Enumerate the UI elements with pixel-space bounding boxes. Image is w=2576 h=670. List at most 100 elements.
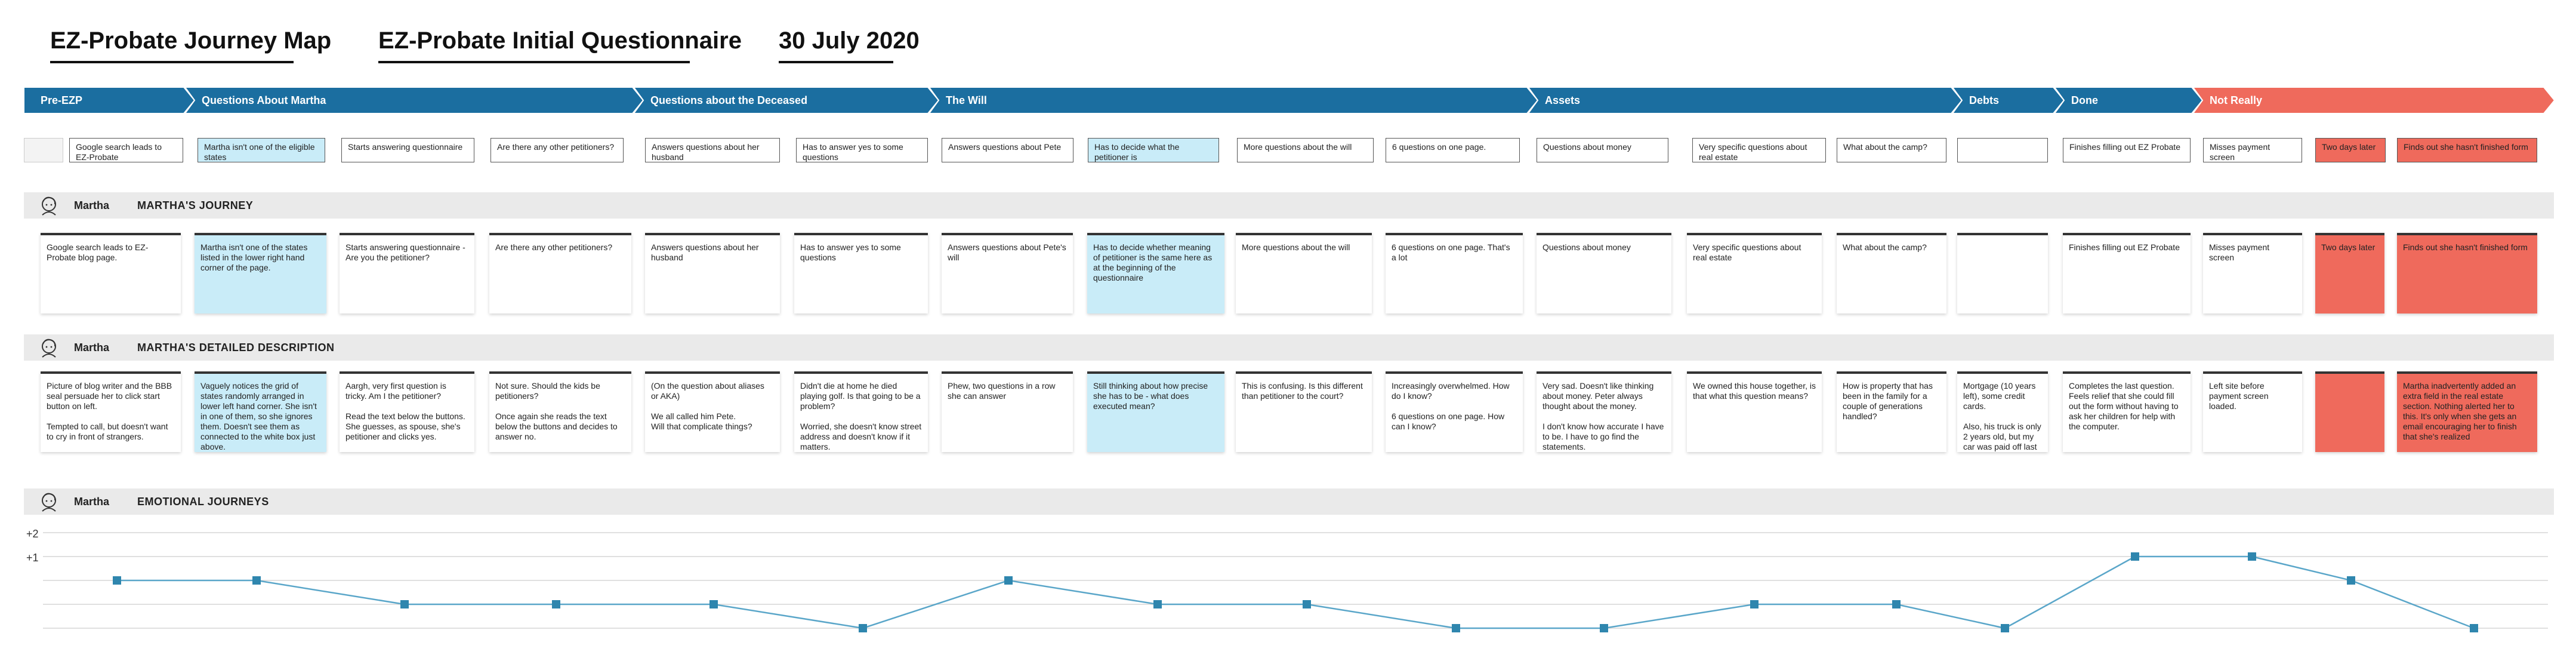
step-card: 6 questions on one page. — [1386, 138, 1520, 162]
emotion-point — [2131, 552, 2139, 561]
description-label: MARTHA'S DETAILED DESCRIPTION — [137, 342, 335, 354]
step-card: Answers questions about Pete — [942, 138, 1073, 162]
tick-plus2: +2 — [26, 528, 39, 540]
step-card: Two days later — [2315, 138, 2386, 162]
step-card: More questions about the will — [1237, 138, 1374, 162]
emotion-label: EMOTIONAL JOURNEYS — [137, 496, 269, 508]
phase-label: Questions About Martha — [202, 94, 326, 106]
date-label: 30 July 2020 — [779, 27, 920, 54]
step-card — [1957, 138, 2048, 162]
step-card: Starts answering questionnaire — [341, 138, 474, 162]
step-card: Has to decide what the petitioner is — [1088, 138, 1219, 162]
emotion-point — [709, 600, 718, 608]
emotion-point — [1004, 576, 1013, 585]
phase-label: Pre-EZP — [41, 94, 83, 106]
journey-card: What about the camp? — [1837, 233, 1946, 314]
description-card: Very sad. Doesn't like thinking about mo… — [1537, 371, 1671, 452]
phase-label: Debts — [1969, 94, 2000, 106]
journey-card: Are there any other petitioners? — [489, 233, 631, 314]
journey-card: Martha isn't one of the states listed in… — [195, 233, 326, 314]
phase-1: Questions About Martha — [185, 87, 643, 113]
description-card: How is property that has been in the fam… — [1837, 371, 1946, 452]
step-card: Martha isn't one of the eligible states — [198, 138, 325, 162]
phase-7: Not Really — [2193, 87, 2555, 113]
journey-card: Has to decide whether meaning of petitio… — [1087, 233, 1224, 314]
emotion-point — [2248, 552, 2256, 561]
description-card: Completes the last question. Feels relie… — [2063, 371, 2191, 452]
tick-plus1: +1 — [26, 552, 39, 564]
emotion-point — [2001, 624, 2009, 632]
description-card — [2315, 371, 2384, 452]
emotion-point — [859, 624, 867, 632]
phase-label: Assets — [1545, 94, 1581, 106]
journey-card: Starts answering questionnaire - Are you… — [340, 233, 474, 314]
step-card: Has to answer yes to some questions — [796, 138, 928, 162]
journey-card: Misses payment screen — [2203, 233, 2302, 314]
journey-card: Very specific questions about real estat… — [1687, 233, 1822, 314]
description-band: Martha MARTHA'S DETAILED DESCRIPTION — [24, 334, 2554, 361]
persona-avatar-icon — [42, 339, 56, 358]
description-card: Phew, two questions in a row she can ans… — [942, 371, 1073, 452]
emotion-point — [400, 600, 409, 608]
phase-label: The Will — [946, 94, 987, 106]
emotion-point — [1303, 600, 1311, 608]
journey-card: Answers questions about Pete's will — [942, 233, 1073, 314]
description-card: (On the question about aliases or AKA) W… — [645, 371, 780, 452]
emotion-point — [2347, 576, 2355, 585]
step-card: Are there any other petitioners? — [490, 138, 624, 162]
journey-card: More questions about the will — [1236, 233, 1372, 314]
description-card: Vaguely notices the grid of states rando… — [195, 371, 326, 452]
questionnaire-title: EZ-Probate Initial Questionnaire — [378, 27, 742, 54]
description-card: Didn't die at home he died playing golf.… — [794, 371, 928, 452]
phase-6: Done — [2054, 87, 2202, 113]
emotion-point — [252, 576, 261, 585]
phase-chevron-shape — [1528, 87, 1962, 113]
description-card: This is confusing. Is this different tha… — [1236, 371, 1372, 452]
emotion-point — [552, 600, 560, 608]
step-card: Misses payment screen — [2203, 138, 2302, 162]
emotion-point — [113, 576, 121, 585]
journey-card: Questions about money — [1537, 233, 1671, 314]
description-card: Martha inadvertently added an extra fiel… — [2397, 371, 2537, 452]
journey-label: MARTHA'S JOURNEY — [137, 199, 254, 211]
phase-label: Questions about the Deceased — [650, 94, 808, 106]
persona-name: Martha — [74, 496, 110, 508]
step-card: Finishes filling out EZ Probate — [2063, 138, 2191, 162]
persona-name: Martha — [74, 199, 110, 211]
journey-card: Finishes filling out EZ Probate — [2063, 233, 2191, 314]
phase-label: Done — [2071, 94, 2098, 106]
phase-4: Assets — [1528, 87, 1962, 113]
journey-card: Finds out she hasn't finished form — [2397, 233, 2537, 314]
description-card: Left site before payment screen loaded. — [2203, 371, 2302, 452]
step-card: Very specific questions about real estat… — [1692, 138, 1826, 162]
emotion-point — [1892, 600, 1901, 608]
step-card: Answers questions about her husband — [645, 138, 780, 162]
emotion-point — [2470, 624, 2478, 632]
phase-2: Questions about the Deceased — [634, 87, 939, 113]
description-card: Not sure. Should the kids be petitioners… — [489, 371, 631, 452]
title-underline — [50, 61, 294, 63]
description-card: Mortgage (10 years left), some credit ca… — [1957, 371, 2048, 452]
questionnaire-underline — [378, 61, 690, 63]
emotion-band: Martha EMOTIONAL JOURNEYS — [24, 488, 2554, 515]
emotion-point — [1750, 600, 1759, 608]
step-card: Questions about money — [1537, 138, 1668, 162]
phase-5: Debts — [1952, 87, 2064, 113]
date-underline — [779, 61, 893, 63]
description-card: Increasingly overwhelmed. How do I know?… — [1386, 371, 1523, 452]
step-card: Google search leads to EZ-Probate — [69, 138, 183, 162]
description-card: We owned this house together, is that wh… — [1687, 371, 1822, 452]
journey-card: Google search leads to EZ-Probate blog p… — [41, 233, 181, 314]
description-card: Picture of blog writer and the BBB seal … — [41, 371, 181, 452]
step-card — [24, 138, 63, 162]
step-card: What about the camp? — [1837, 138, 1946, 162]
emotion-point — [1153, 600, 1162, 608]
phase-label: Not Really — [2210, 94, 2263, 106]
step-card: Finds out she hasn't finished form — [2397, 138, 2537, 162]
persona-avatar-icon — [42, 196, 56, 216]
journey-card — [1957, 233, 2048, 314]
phase-0: Pre-EZP — [24, 87, 195, 113]
journey-card: Two days later — [2315, 233, 2384, 314]
phase-chevron-shape — [929, 87, 1538, 113]
persona-name: Martha — [74, 342, 110, 354]
